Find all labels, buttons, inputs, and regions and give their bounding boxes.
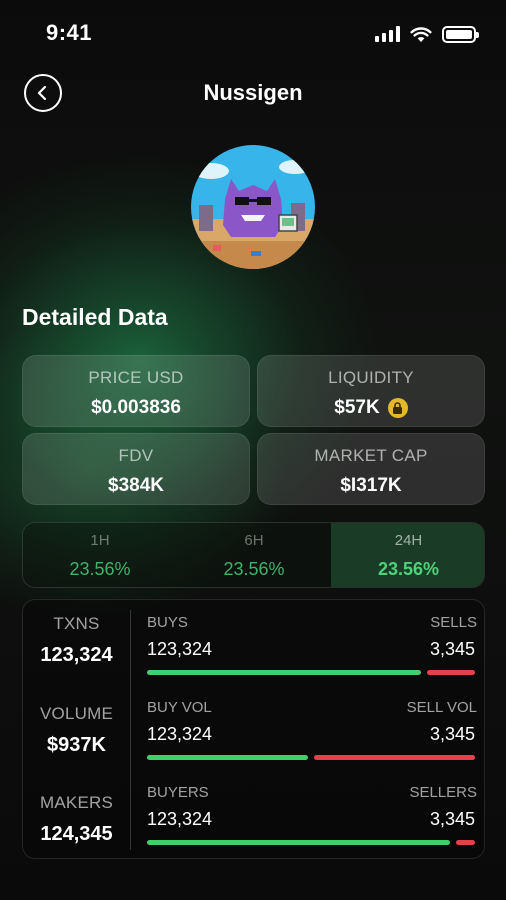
sells-label: SELLS <box>430 614 477 631</box>
liquidity-card: LIQUIDITY $57K <box>257 355 485 427</box>
tab-1h-label: 1H <box>90 532 110 549</box>
panel-divider <box>130 610 131 850</box>
volume-stat: VOLUME $937K <box>23 704 130 757</box>
makers-stat: MAKERS 124,345 <box>23 793 130 846</box>
tab-6h-change: 23.56% <box>223 559 285 579</box>
tab-1h-change: 23.56% <box>69 559 131 579</box>
cellular-signal-icon <box>375 26 400 42</box>
volume-value: $937K <box>47 734 106 756</box>
status-time: 9:41 <box>46 20 93 45</box>
sellers-label: SELLERS <box>409 784 477 801</box>
price-usd-label: PRICE USD <box>88 368 184 387</box>
status-icons <box>375 22 479 46</box>
tab-6h-label: 6H <box>244 532 264 549</box>
sell-ratio-bar <box>427 670 475 675</box>
fdv-label: FDV <box>118 446 154 465</box>
battery-icon <box>442 25 479 43</box>
price-usd-card: PRICE USD $0.003836 <box>22 355 250 427</box>
timeframe-selector: 1H 23.56% 6H 23.56% 24H 23.56% <box>22 522 485 588</box>
market-cap-label: MARKET CAP <box>314 446 428 465</box>
token-avatar <box>191 145 315 269</box>
liquidity-value: $57K <box>258 397 484 419</box>
txns-label: TXNS <box>53 614 100 633</box>
sells-value: 3,345 <box>429 639 475 659</box>
sellers-ratio-bar <box>456 840 475 845</box>
txns-stat: TXNS 123,324 <box>23 614 130 667</box>
market-cap-value: $I317K <box>340 475 402 496</box>
makers-value: 124,345 <box>40 823 113 845</box>
section-title: Detailed Data <box>22 304 168 330</box>
market-cap-card: MARKET CAP $I317K <box>257 433 485 505</box>
tab-1h[interactable]: 1H 23.56% <box>23 523 177 587</box>
fdv-value: $384K <box>108 475 164 496</box>
sell-vol-ratio-bar <box>314 755 475 760</box>
volume-split-row: BUY VOL SELL VOL 123,324 3,345 <box>147 699 477 771</box>
buyers-sellers-row: BUYERS SELLERS 123,324 3,345 <box>147 784 477 856</box>
page-title: Nussigen <box>203 80 303 105</box>
header: Nussigen <box>0 72 506 116</box>
fdv-card: FDV $384K <box>22 433 250 505</box>
tab-24h-label: 24H <box>394 532 423 549</box>
volume-label: VOLUME <box>40 704 113 723</box>
status-bar: 9:41 <box>0 0 506 66</box>
buyers-label: BUYERS <box>147 784 209 801</box>
buy-ratio-bar <box>147 670 421 675</box>
buy-vol-label: BUY VOL <box>147 699 212 716</box>
txns-value: 123,324 <box>40 644 113 666</box>
buyers-ratio-bar <box>147 840 450 845</box>
sellers-value: 3,345 <box>429 809 475 829</box>
makers-label: MAKERS <box>40 793 113 812</box>
buy-vol-value: 123,324 <box>147 724 213 744</box>
buyers-value: 123,324 <box>147 809 213 829</box>
tab-24h-change: 23.56% <box>377 559 440 579</box>
tab-6h[interactable]: 6H 23.56% <box>177 523 331 587</box>
buys-value: 123,324 <box>147 639 213 659</box>
sell-vol-label: SELL VOL <box>406 699 477 716</box>
buys-sells-row: BUYS SELLS 123,324 3,345 <box>147 614 477 686</box>
liquidity-label: LIQUIDITY <box>328 368 414 387</box>
lock-icon <box>387 398 408 418</box>
wifi-icon <box>410 26 432 42</box>
buys-label: BUYS <box>147 614 188 631</box>
buy-vol-ratio-bar <box>147 755 308 760</box>
sell-vol-value: 3,345 <box>429 724 475 744</box>
tab-24h[interactable]: 24H 23.56% <box>331 523 484 587</box>
price-usd-value: $0.003836 <box>91 397 181 418</box>
transactions-panel: TXNS 123,324 VOLUME $937K MAKERS 124,345… <box>22 599 485 859</box>
